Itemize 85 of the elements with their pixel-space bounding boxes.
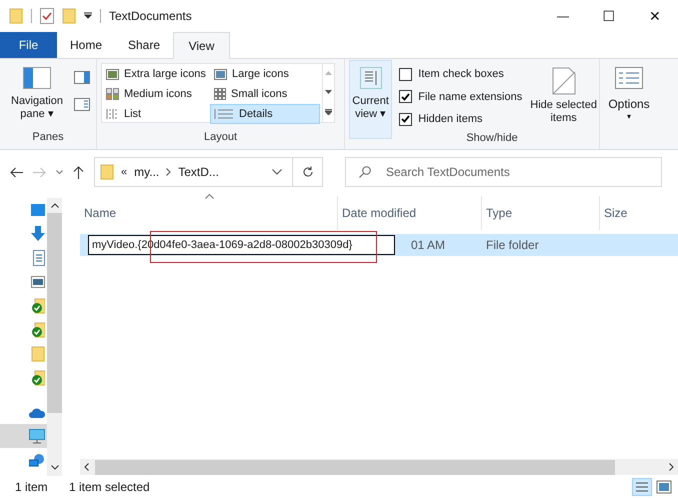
- folder-icon: [31, 346, 45, 362]
- details-pane-icon[interactable]: [74, 98, 90, 111]
- type-cell-text: File folder: [485, 237, 540, 254]
- preview-pane-icon[interactable]: [74, 71, 90, 84]
- layout-option[interactable]: List: [102, 104, 210, 124]
- cloud-icon[interactable]: [29, 406, 45, 418]
- folder-icon: [62, 8, 76, 24]
- refresh-icon[interactable]: [302, 166, 314, 178]
- chevron-down-icon[interactable]: [272, 169, 282, 175]
- layout-option[interactable]: Medium icons: [102, 84, 210, 104]
- selection-count: 1 item selected: [69, 479, 150, 496]
- scrollbar-thumb[interactable]: [95, 460, 615, 474]
- checkbox-label[interactable]: Hidden items: [418, 111, 482, 128]
- layout-option[interactable]: Extra large icons: [102, 64, 210, 84]
- checkbox-label[interactable]: File name extensions: [418, 88, 522, 105]
- scroll-up-icon[interactable]: [50, 203, 58, 208]
- options-button[interactable]: Options ▾: [600, 59, 658, 129]
- checkbox[interactable]: [399, 68, 412, 81]
- scrollbar-thumb[interactable]: [47, 213, 62, 413]
- ribbon-tab[interactable]: Share: [115, 32, 173, 58]
- scroll-left-icon[interactable]: [84, 463, 89, 471]
- sort-caret-icon: [205, 194, 214, 199]
- maximize-button[interactable]: ☐: [586, 0, 632, 32]
- picture-icon[interactable]: [31, 276, 45, 288]
- blank-page-icon: [552, 67, 576, 95]
- checkbox[interactable]: [399, 112, 412, 126]
- scroll-right-icon[interactable]: [669, 463, 674, 471]
- column-header[interactable]: Name: [80, 196, 338, 230]
- checkbox-label[interactable]: Item check boxes: [418, 66, 504, 82]
- column-header[interactable]: Date modified: [338, 196, 482, 230]
- group-caption: Panes: [31, 130, 65, 144]
- search-icon: [359, 166, 371, 178]
- synced-folder-icon[interactable]: [31, 298, 45, 314]
- image-icon: [214, 68, 227, 80]
- expand-gallery-icon[interactable]: [325, 108, 332, 115]
- checkbox[interactable]: [399, 90, 412, 104]
- group-caption: Layout: [202, 130, 238, 144]
- thumbnails-view-icon[interactable]: [654, 478, 674, 496]
- search-field[interactable]: Search TextDocuments: [345, 157, 662, 187]
- folder-icon: [9, 8, 23, 24]
- column-header[interactable]: Size: [600, 196, 670, 230]
- item-count: 1 item: [15, 479, 49, 496]
- breadcrumb[interactable]: TextD...: [178, 163, 219, 181]
- current-view-button[interactable]: Current view ▾: [349, 60, 392, 139]
- list-view-icon: [106, 108, 119, 120]
- hide-selected-items-button[interactable]: Hide selected items: [528, 60, 599, 130]
- nav-item[interactable]: [0, 424, 47, 448]
- dropdown-arrow-icon[interactable]: [84, 12, 92, 20]
- breadcrumb-overflow[interactable]: «: [121, 164, 128, 180]
- small-grid-icon: [214, 88, 226, 100]
- group-caption: Show/hide: [465, 131, 519, 146]
- up-arrow-icon[interactable]: [73, 166, 84, 178]
- layout-option[interactable]: Details: [210, 104, 320, 124]
- sort-list-icon: [360, 67, 382, 89]
- navigation-pane-button[interactable]: Navigation pane ▾: [8, 67, 66, 128]
- ribbon-tab[interactable]: Home: [57, 32, 115, 58]
- synced-folder-icon[interactable]: [31, 322, 45, 338]
- layout-option[interactable]: Large icons: [210, 64, 320, 84]
- minimize-button[interactable]: —: [540, 0, 586, 32]
- checklist-icon: [615, 67, 643, 89]
- layout-option[interactable]: Small icons: [210, 84, 320, 104]
- details-view-icon: [214, 108, 234, 120]
- address-bar[interactable]: « my... TextD...: [94, 157, 323, 187]
- scroll-down-icon[interactable]: [325, 90, 332, 94]
- details-view-icon[interactable]: [632, 478, 652, 496]
- network-globe-icon[interactable]: [29, 452, 45, 468]
- recent-dropdown-icon[interactable]: [56, 170, 63, 174]
- synced-folder-icon[interactable]: [31, 370, 45, 386]
- checklist-icon[interactable]: [40, 8, 54, 24]
- back-arrow-icon[interactable]: [10, 166, 23, 178]
- window-title: TextDocuments: [109, 8, 192, 25]
- image-icon: [106, 68, 119, 80]
- ribbon-tab[interactable]: File: [0, 32, 57, 58]
- ribbon-tab[interactable]: View: [173, 32, 230, 59]
- column-header[interactable]: Type: [482, 196, 600, 230]
- scroll-down-icon[interactable]: [50, 465, 58, 470]
- document-icon[interactable]: [33, 250, 45, 266]
- folder-icon: [100, 164, 114, 180]
- close-button[interactable]: ✕: [632, 0, 678, 32]
- chevron-right-icon: [166, 168, 172, 176]
- tile-grid-icon: [106, 88, 119, 100]
- breadcrumb[interactable]: my...: [134, 163, 160, 181]
- download-arrow-icon[interactable]: [31, 226, 45, 242]
- monitor-icon[interactable]: [29, 428, 45, 444]
- navigation-pane-icon: [23, 67, 51, 89]
